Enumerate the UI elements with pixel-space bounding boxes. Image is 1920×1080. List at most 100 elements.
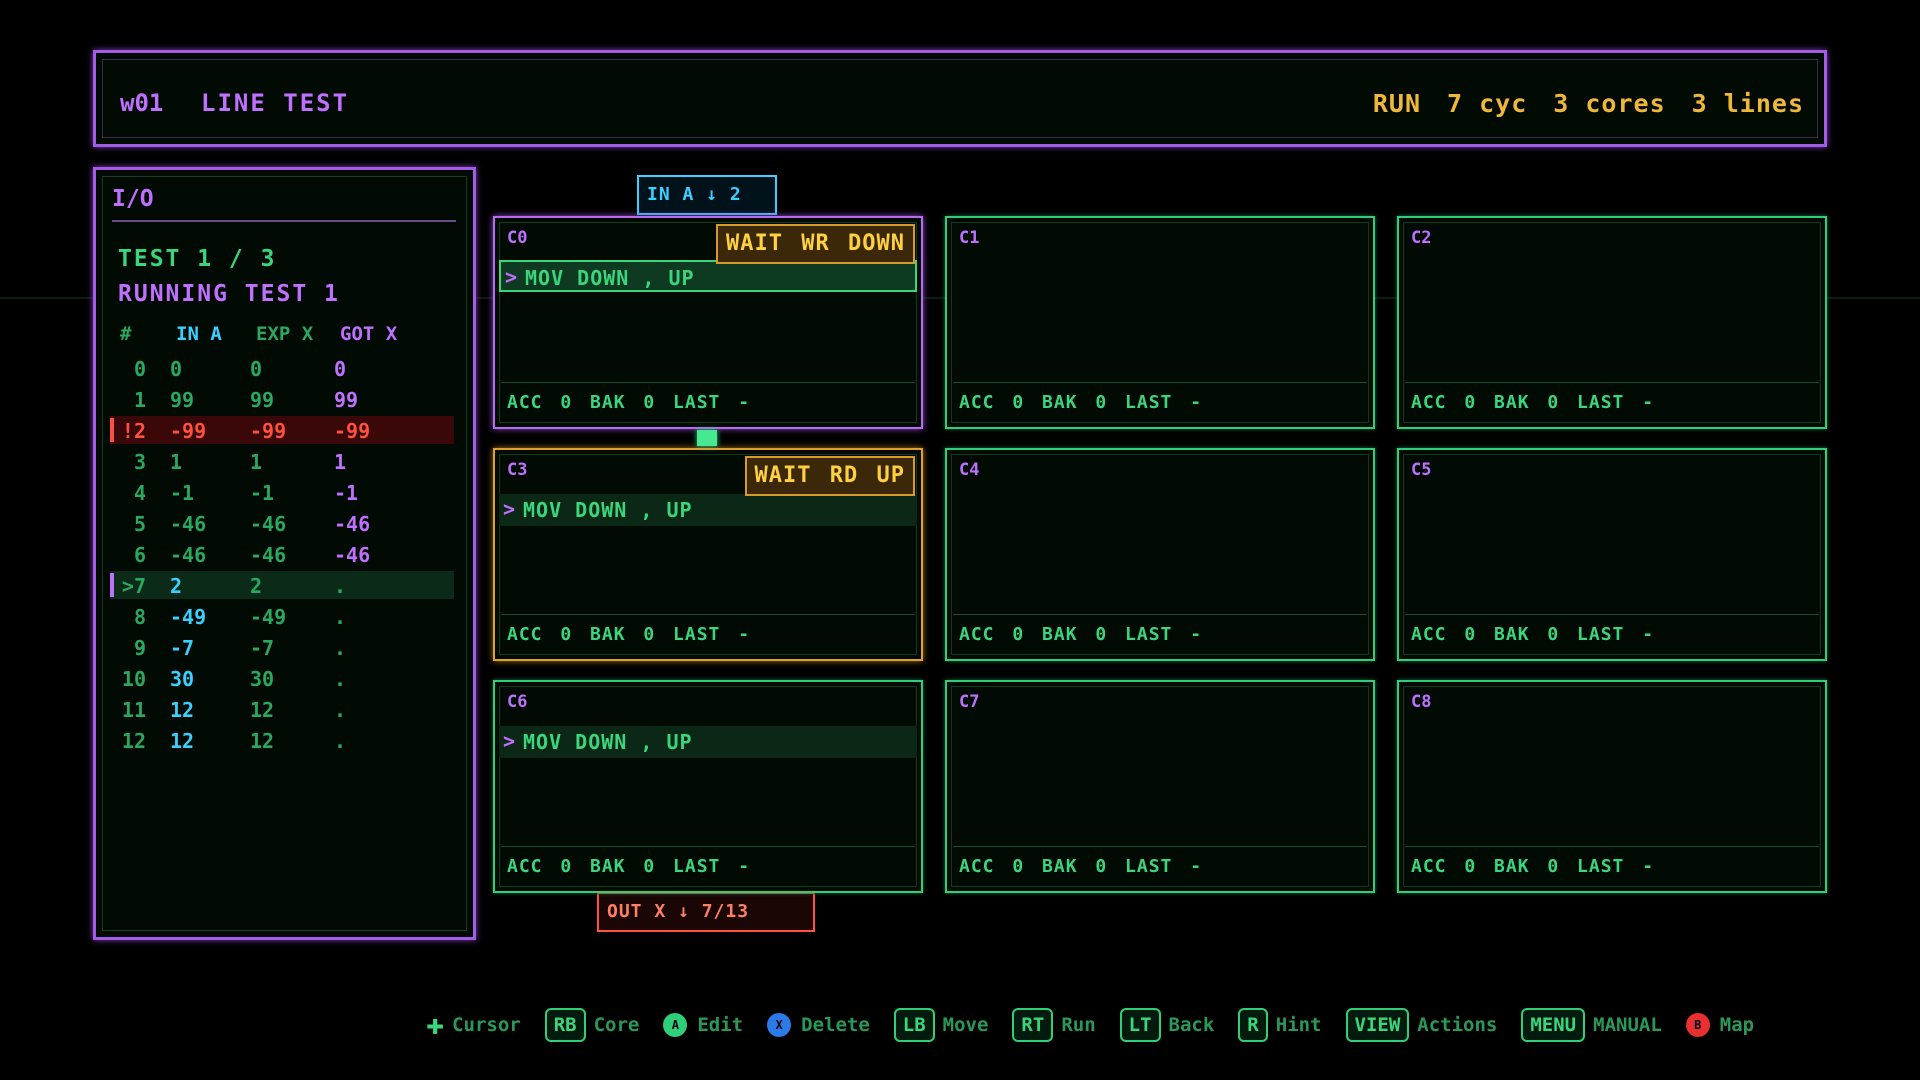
control-hint-delete: X Delete: [767, 1013, 870, 1037]
table-row: 10 30 30.: [110, 664, 454, 692]
core-id: C0: [507, 228, 528, 248]
row-expected: -99: [250, 419, 287, 443]
row-input: -46: [170, 512, 207, 536]
row-index: >7: [121, 574, 146, 598]
button-a-icon: A: [663, 1013, 688, 1037]
control-hint-edit: A Edit: [663, 1013, 743, 1037]
row-expected: 1: [250, 450, 263, 474]
code-line[interactable]: > MOV DOWN , UP: [499, 726, 917, 758]
row-index: 3: [133, 450, 146, 474]
row-input: 0: [170, 357, 183, 381]
control-hint-core: RB Core: [544, 1008, 639, 1042]
core-c3[interactable]: C3 > MOV DOWN , UP WAIT RD UP ACC 0 BAK 0 LA…: [493, 448, 923, 661]
io-divider: [112, 220, 456, 222]
row-got: .: [334, 667, 347, 691]
button-rt-icon: RT: [1012, 1008, 1054, 1042]
core-registers: ACC 0 BAK 0 LAST -: [959, 856, 1203, 877]
row-index: 9: [133, 636, 146, 660]
core-count: 3 cores: [1553, 89, 1666, 118]
row-expected: -46: [250, 512, 287, 536]
table-row: 11 12 12.: [110, 695, 454, 723]
control-label: Edit: [697, 1014, 744, 1036]
code-line[interactable]: > MOV DOWN , UP: [499, 260, 917, 292]
row-input: -49: [170, 605, 207, 629]
core-c2[interactable]: C2 ACC 0 BAK 0 LAST -: [1397, 216, 1827, 429]
control-label: Map: [1719, 1014, 1755, 1036]
row-marker: [110, 573, 114, 597]
row-input: 1: [170, 450, 183, 474]
row-got: 0: [334, 357, 347, 381]
row-index: 4: [133, 481, 146, 505]
row-input: -1: [170, 481, 195, 505]
row-input: -99: [170, 419, 207, 443]
core-id: C1: [959, 228, 980, 248]
row-expected: -46: [250, 543, 287, 567]
instruction-text: MOV DOWN , UP: [523, 498, 693, 522]
io-title: I/O: [112, 186, 154, 212]
instruction-text: MOV DOWN , UP: [523, 730, 693, 754]
core-id: C4: [959, 460, 980, 480]
control-hint-move: LB Move: [893, 1008, 988, 1042]
control-hint-manual: MENU MANUAL: [1521, 1008, 1662, 1042]
row-expected: -49: [250, 605, 287, 629]
row-got: 1: [334, 450, 347, 474]
dpad-icon: ✚: [426, 1007, 445, 1042]
core-c1[interactable]: C1 ACC 0 BAK 0 LAST -: [945, 216, 1375, 429]
core-registers: ACC 0 BAK 0 LAST -: [959, 392, 1203, 413]
core-id: C7: [959, 692, 980, 712]
code-line[interactable]: > MOV DOWN , UP: [499, 494, 917, 526]
core-registers: ACC 0 BAK 0 LAST -: [507, 624, 751, 645]
row-index: 0: [133, 357, 146, 381]
row-got: -1: [334, 481, 359, 505]
core-c6[interactable]: C6 > MOV DOWN , UP ACC 0 BAK 0 LAST -: [493, 680, 923, 893]
table-row: 4 -1 -1 -1: [110, 478, 454, 506]
table-row: !2 -99 -99 -99: [110, 416, 454, 444]
control-hint-hint: R Hint: [1238, 1008, 1322, 1042]
button-view-icon: VIEW: [1345, 1008, 1410, 1042]
core-c0[interactable]: C0 > MOV DOWN , UP WAIT WR DOWN ACC 0 BAK 0 …: [493, 216, 923, 429]
core-c7[interactable]: C7 ACC 0 BAK 0 LAST -: [945, 680, 1375, 893]
row-index: !2: [121, 419, 146, 443]
row-got: -46: [334, 512, 371, 536]
button-menu-icon: MENU: [1521, 1008, 1586, 1042]
running-status: RUNNING TEST 1: [118, 281, 340, 307]
core-registers: ACC 0 BAK 0 LAST -: [1411, 856, 1655, 877]
table-row: 12 12 12.: [110, 726, 454, 754]
table-row: 0000: [110, 354, 454, 382]
input-port: IN A ↓ 2: [637, 175, 777, 215]
row-got: .: [334, 574, 347, 598]
core-registers: ACC 0 BAK 0 LAST -: [507, 856, 751, 877]
chevron-right-icon: >: [505, 265, 518, 289]
chevron-right-icon: >: [503, 729, 516, 753]
control-label: Hint: [1275, 1014, 1322, 1036]
control-label: Cursor: [452, 1014, 521, 1036]
control-label: Delete: [801, 1014, 870, 1036]
cycle-count: 7 cyc: [1447, 89, 1528, 118]
row-expected: 12: [250, 698, 275, 722]
controls-bar: ✚ Cursor RB Core A Edit X Delete LB Move RT Run LT Ba…: [426, 1008, 1778, 1042]
table-row: >7 2 2.: [110, 571, 454, 599]
core-c5[interactable]: C5 ACC 0 BAK 0 LAST -: [1397, 448, 1827, 661]
row-input: 99: [170, 388, 195, 412]
core-c4[interactable]: C4 ACC 0 BAK 0 LAST -: [945, 448, 1375, 661]
button-x-icon: X: [767, 1013, 792, 1037]
row-index: 1: [133, 388, 146, 412]
row-index: 5: [133, 512, 146, 536]
core-c8[interactable]: C8 ACC 0 BAK 0 LAST -: [1397, 680, 1827, 893]
control-hint-run: RT Run: [1012, 1008, 1096, 1042]
line-count: 3 lines: [1691, 89, 1804, 118]
test-progress: TEST 1 / 3: [118, 246, 277, 272]
row-input: -46: [170, 543, 207, 567]
button-lt-icon: LT: [1119, 1008, 1161, 1042]
core-registers: ACC 0 BAK 0 LAST -: [1411, 392, 1655, 413]
row-expected: 2: [250, 574, 263, 598]
core-status-badge: WAIT WR DOWN: [716, 224, 915, 264]
core-registers: ACC 0 BAK 0 LAST -: [1411, 624, 1655, 645]
row-marker: [110, 418, 114, 442]
row-got: .: [334, 605, 347, 629]
row-got: 99: [334, 388, 359, 412]
control-hint-map: B Map: [1685, 1013, 1755, 1037]
level-id: w01: [120, 89, 164, 117]
core-id: C6: [507, 692, 528, 712]
output-port: OUT X ↓ 7/13: [597, 892, 815, 932]
